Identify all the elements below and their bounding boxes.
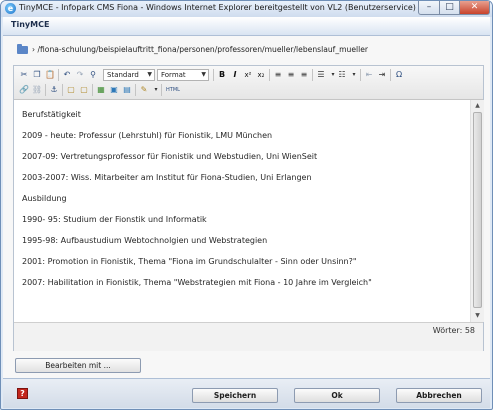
dialog-footer: ? Speichern Ok Abbrechen xyxy=(3,378,490,408)
toolbar-separator xyxy=(213,69,214,81)
folder-icon xyxy=(17,44,28,54)
indent-icon[interactable]: ⇥ xyxy=(376,69,388,81)
paragraph[interactable]: Ausbildung xyxy=(22,194,67,203)
unlink-icon[interactable]: ⛓ xyxy=(31,84,43,96)
dialog-content: › /fiona-schulung/beispielauftritt_fiona… xyxy=(3,36,490,378)
toolbar-separator xyxy=(312,69,313,81)
align-right-icon[interactable]: ≡ xyxy=(298,69,310,81)
style-select-value: Standard xyxy=(107,71,139,79)
scroll-up-icon[interactable]: ▲ xyxy=(472,101,483,111)
chevron-down-icon: ▼ xyxy=(147,71,152,78)
format-select[interactable]: Format ▼ xyxy=(157,69,209,81)
close-window-button[interactable]: ✕ xyxy=(459,1,490,15)
maximize-button[interactable]: □ xyxy=(439,1,460,15)
align-left-icon[interactable]: ≡ xyxy=(272,69,284,81)
html-source-icon[interactable]: HTML xyxy=(164,84,182,96)
chevron-down-icon: ▼ xyxy=(201,71,206,78)
anchor-icon[interactable]: ⚓ xyxy=(48,84,60,96)
paragraph[interactable]: 1990- 95: Studium der Fionstik und Infor… xyxy=(22,215,207,224)
paste-icon[interactable]: 📋 xyxy=(44,69,56,81)
paragraph[interactable]: 2007-09: Vertretungsprofessor für Fionis… xyxy=(22,152,317,161)
rich-text-editor: ✂ ❐ 📋 ↶ ↷ ⚲ Standard ▼ Format ▼ B I x² x… xyxy=(13,65,484,351)
paragraph[interactable]: 2007: Habilitation in Fionistik, Thema "… xyxy=(22,278,372,287)
italic-icon[interactable]: I xyxy=(229,69,241,81)
chevron-down-icon[interactable]: ▾ xyxy=(348,69,360,81)
format-select-value: Format xyxy=(161,71,186,79)
paragraph[interactable]: Berufstätigkeit xyxy=(22,110,81,119)
toolbar-separator xyxy=(161,84,162,96)
paragraph[interactable]: 2009 - heute: Professur (Lehrstuhl) für … xyxy=(22,131,272,140)
toolbar-separator xyxy=(360,69,361,81)
paragraph[interactable]: 2001: Promotion in Fionistik, Thema "Fio… xyxy=(22,257,357,266)
dialog-header: TinyMCE xyxy=(3,17,490,36)
find-icon[interactable]: ⚲ xyxy=(87,69,99,81)
cancel-button[interactable]: Abbrechen xyxy=(396,388,482,403)
image-icon[interactable]: ▣ xyxy=(108,84,120,96)
word-count: Wörter: 58 xyxy=(432,326,475,335)
edit-with-button[interactable]: Bearbeiten mit ... xyxy=(15,358,141,373)
help-icon[interactable]: ? xyxy=(17,388,28,399)
vertical-scrollbar[interactable]: ▲ ▼ xyxy=(470,100,484,322)
special-character-icon[interactable]: Ω xyxy=(393,69,405,81)
numbered-list-icon[interactable]: ☷ xyxy=(336,69,348,81)
file-path: › /fiona-schulung/beispielauftritt_fiona… xyxy=(32,45,369,54)
minimize-button[interactable]: – xyxy=(418,1,440,15)
editor-status-bar: Wörter: 58 xyxy=(14,322,483,351)
title-bar[interactable]: e TinyMCE - Infopark CMS Fiona - Windows… xyxy=(1,1,492,17)
editor-document[interactable]: Berufstätigkeit 2009 - heute: Professur … xyxy=(14,100,469,322)
editor-toolbar: ✂ ❐ 📋 ↶ ↷ ⚲ Standard ▼ Format ▼ B I x² x… xyxy=(14,66,483,100)
edit-attributes-icon[interactable]: ✎ xyxy=(138,84,150,96)
subscript-icon[interactable]: x₂ xyxy=(255,69,267,81)
scrollbar-thumb[interactable] xyxy=(473,112,482,308)
toolbar-separator xyxy=(269,69,270,81)
toolbar-separator xyxy=(92,84,93,96)
copy-icon[interactable]: ❐ xyxy=(31,69,43,81)
paragraph[interactable]: 2003-2007: Wiss. Mitarbeiter am Institut… xyxy=(22,173,312,182)
redo-icon[interactable]: ↷ xyxy=(74,69,86,81)
ok-button[interactable]: Ok xyxy=(294,388,380,403)
internet-explorer-icon: e xyxy=(5,3,16,14)
window-title: TinyMCE - Infopark CMS Fiona - Windows I… xyxy=(19,3,416,12)
browser-window: e TinyMCE - Infopark CMS Fiona - Windows… xyxy=(0,0,493,410)
outdent-icon[interactable]: ⇤ xyxy=(363,69,375,81)
bold-icon[interactable]: B xyxy=(216,69,228,81)
media-icon[interactable]: ▤ xyxy=(121,84,133,96)
toolbar-separator xyxy=(390,69,391,81)
link-icon[interactable]: 🔗 xyxy=(18,84,30,96)
table-icon[interactable]: ▦ xyxy=(95,84,107,96)
toolbar-separator xyxy=(135,84,136,96)
bullet-list-icon[interactable]: ☰ xyxy=(315,69,327,81)
save-button[interactable]: Speichern xyxy=(192,388,278,403)
toolbar-separator xyxy=(58,69,59,81)
paragraph[interactable]: 1995-98: Aufbaustudium Webtochnolgien un… xyxy=(22,236,267,245)
toolbar-separator xyxy=(62,84,63,96)
dialog-title: TinyMCE xyxy=(11,20,50,29)
toolbar-separator xyxy=(45,84,46,96)
cut-icon[interactable]: ✂ xyxy=(18,69,30,81)
box-icon[interactable]: ▢ xyxy=(78,84,90,96)
superscript-icon[interactable]: x² xyxy=(242,69,254,81)
box-icon[interactable]: ▢ xyxy=(65,84,77,96)
align-center-icon[interactable]: ≡ xyxy=(285,69,297,81)
undo-icon[interactable]: ↶ xyxy=(61,69,73,81)
style-select[interactable]: Standard ▼ xyxy=(103,69,155,81)
scroll-down-icon[interactable]: ▼ xyxy=(472,311,483,321)
